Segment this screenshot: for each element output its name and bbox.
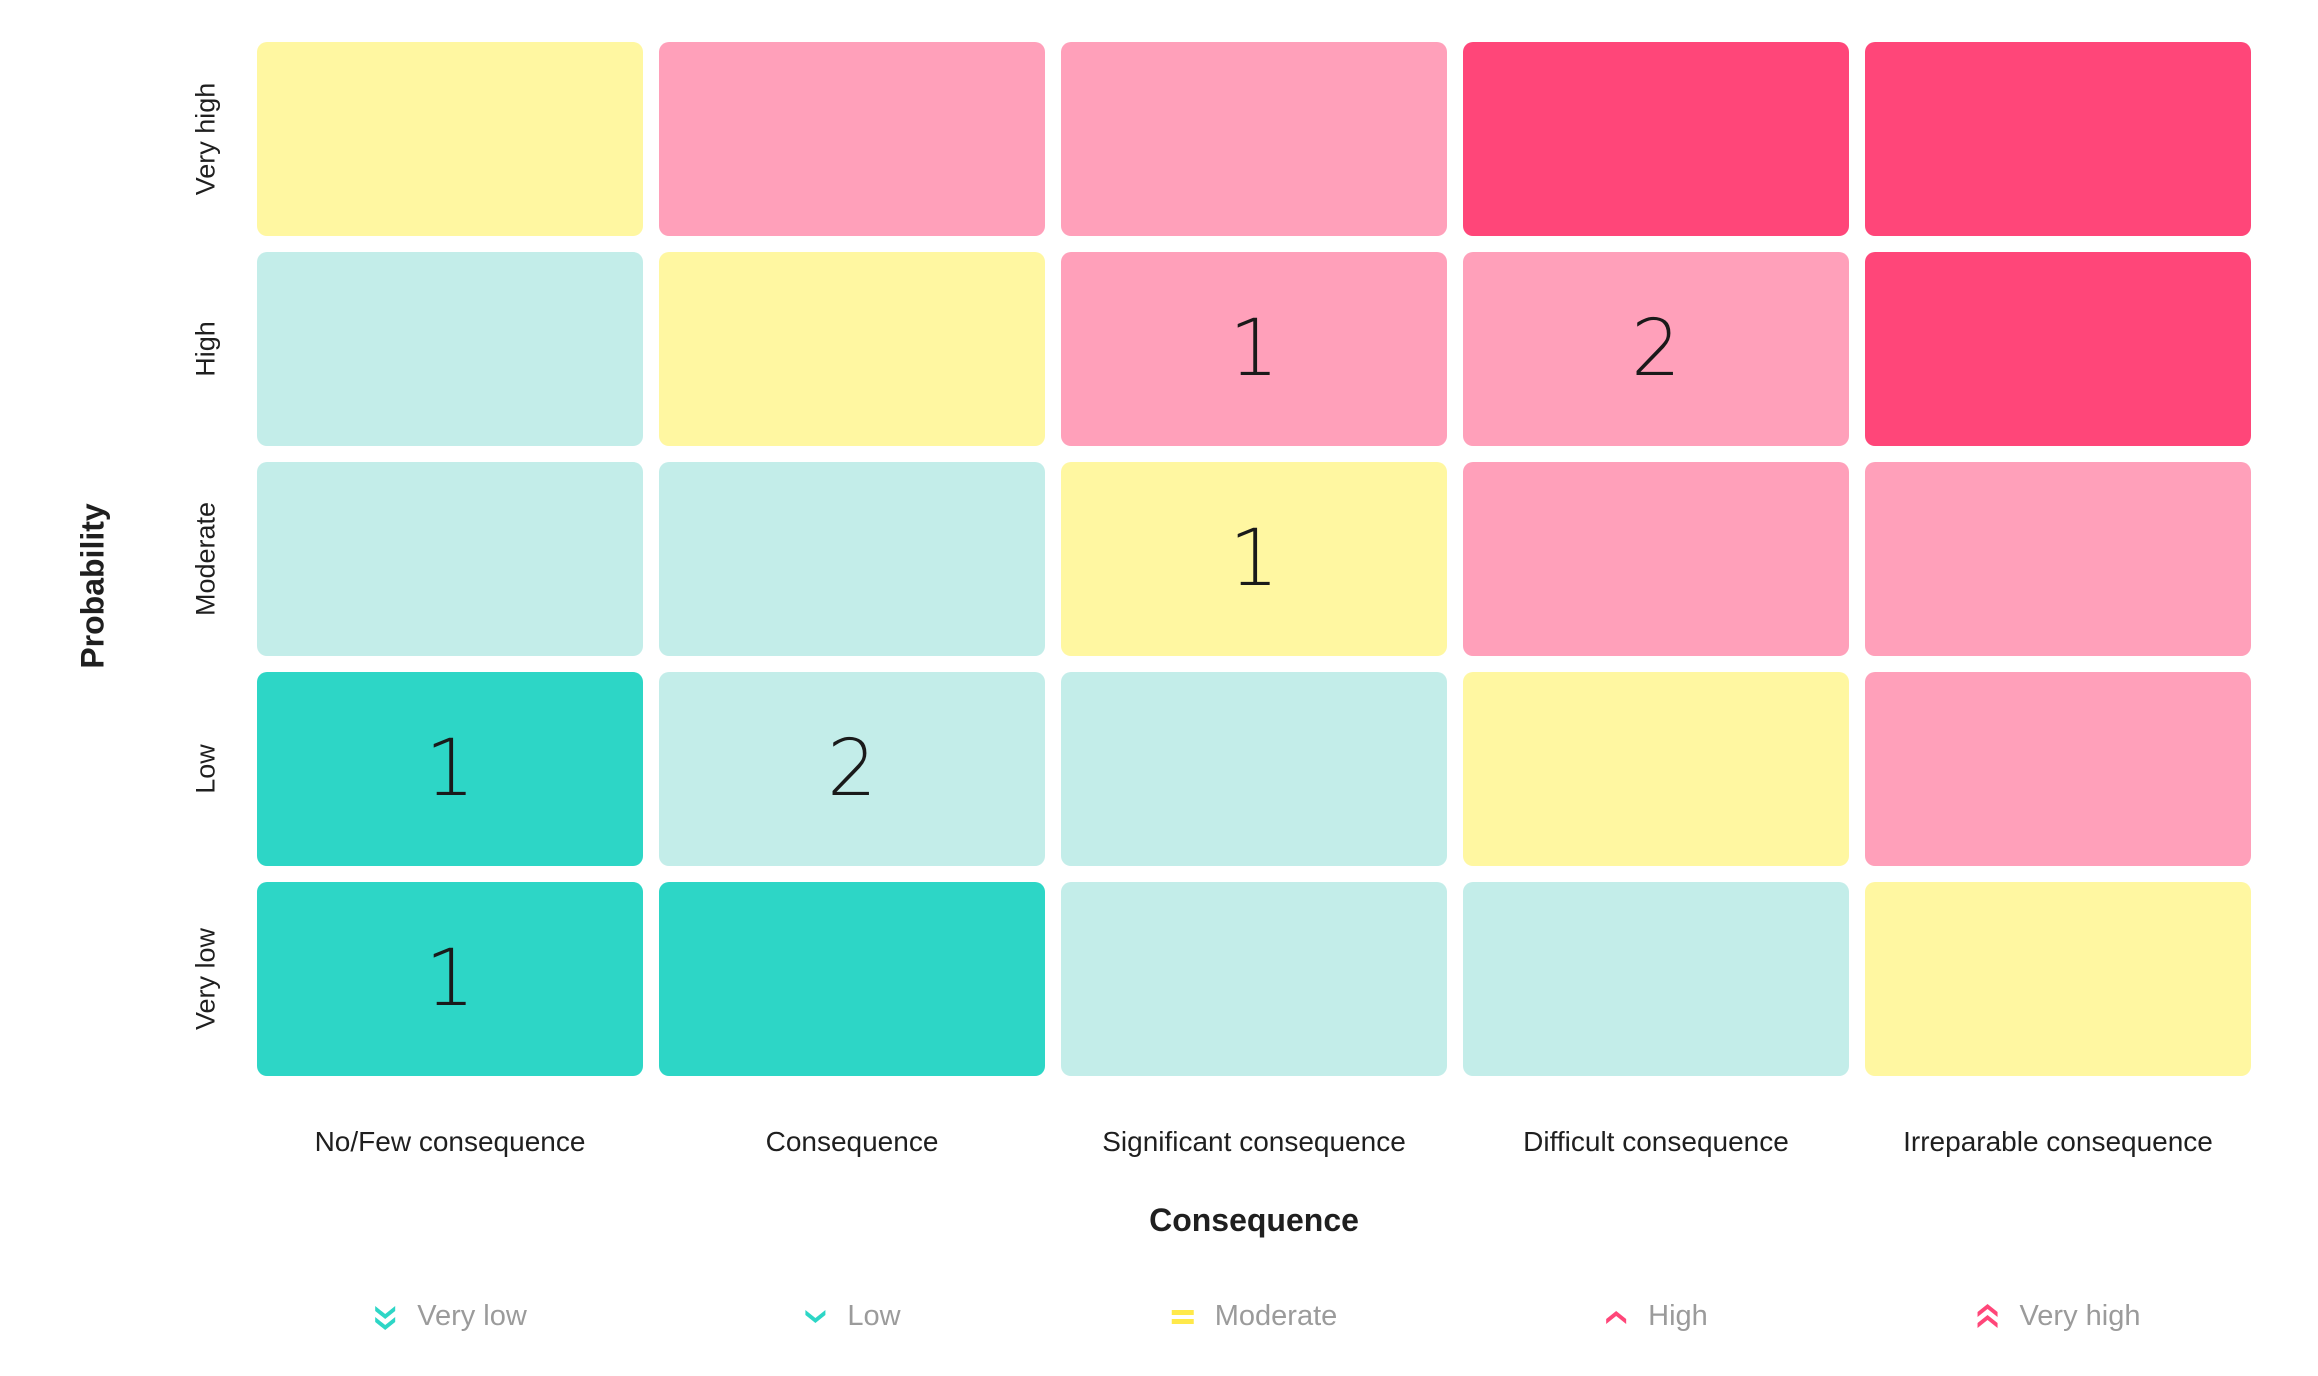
- legend-label: Low: [847, 1300, 901, 1332]
- legend-label: Very high: [2019, 1300, 2141, 1332]
- matrix-cell-very-high-no-few-consequence[interactable]: [257, 42, 643, 236]
- matrix-cell-very-low-difficult-consequence[interactable]: [1463, 882, 1849, 1076]
- x-tick-label: Irreparable consequence: [1903, 1126, 2213, 1157]
- matrix-cell-very-low-consequence[interactable]: [659, 882, 1045, 1076]
- cell-count: 1: [1229, 304, 1279, 394]
- matrix-cell-moderate-no-few-consequence[interactable]: [257, 462, 643, 656]
- matrix-cell-low-significant-consequence[interactable]: [1061, 672, 1447, 866]
- chevron-up-icon: [1604, 1302, 1628, 1332]
- matrix-cell-high-difficult-consequence[interactable]: 2: [1463, 252, 1849, 446]
- cell-count: 2: [1631, 304, 1681, 394]
- double-chevron-up-icon: [1976, 1302, 2000, 1332]
- matrix-cell-low-difficult-consequence[interactable]: [1463, 672, 1849, 866]
- double-chevron-down-icon: [373, 1302, 397, 1332]
- matrix-cell-moderate-irreparable-consequence[interactable]: [1865, 462, 2251, 656]
- x-axis-title: Consequence: [1149, 1202, 1359, 1238]
- matrix-cell-low-consequence[interactable]: 2: [659, 672, 1045, 866]
- matrix-cell-low-irreparable-consequence[interactable]: [1865, 672, 2251, 866]
- matrix-cell-high-no-few-consequence[interactable]: [257, 252, 643, 446]
- x-tick-label: Difficult consequence: [1523, 1126, 1789, 1157]
- matrix-cell-moderate-significant-consequence[interactable]: 1: [1061, 462, 1447, 656]
- legend-item-low[interactable]: Low: [803, 1300, 901, 1333]
- y-tick-label: Low: [190, 744, 221, 794]
- legend-label: High: [1648, 1300, 1708, 1332]
- matrix-cell-very-high-difficult-consequence[interactable]: [1463, 42, 1849, 236]
- legend-item-moderate[interactable]: Moderate: [1171, 1300, 1338, 1333]
- equals-icon: [1171, 1302, 1195, 1332]
- legend-label: Very low: [417, 1300, 527, 1332]
- cell-count: 1: [425, 934, 475, 1024]
- matrix-cell-very-high-irreparable-consequence[interactable]: [1865, 42, 2251, 236]
- matrix-cell-high-significant-consequence[interactable]: 1: [1061, 252, 1447, 446]
- cell-count: 1: [425, 724, 475, 814]
- y-tick-label: High: [190, 321, 221, 377]
- matrix-cell-high-consequence[interactable]: [659, 252, 1045, 446]
- legend-label: Moderate: [1214, 1300, 1338, 1332]
- matrix-cell-very-high-significant-consequence[interactable]: [1061, 42, 1447, 236]
- matrix-cell-very-low-irreparable-consequence[interactable]: [1865, 882, 2251, 1076]
- matrix-cell-moderate-difficult-consequence[interactable]: [1463, 462, 1849, 656]
- matrix-cell-very-low-significant-consequence[interactable]: [1061, 882, 1447, 1076]
- matrix-cell-high-irreparable-consequence[interactable]: [1865, 252, 2251, 446]
- legend-item-high[interactable]: High: [1604, 1300, 1708, 1333]
- cell-count: 1: [1229, 514, 1279, 604]
- x-tick-label: No/Few consequence: [314, 1126, 586, 1157]
- risk-matrix: Probability Consequence 1 2 1 1 2 1 Very high…: [0, 0, 2318, 1376]
- matrix-cell-very-low-no-few-consequence[interactable]: 1: [257, 882, 643, 1076]
- legend-item-very-high[interactable]: Very high: [1976, 1300, 2141, 1333]
- matrix-cell-very-high-consequence[interactable]: [659, 42, 1045, 236]
- cell-count: 2: [827, 724, 877, 814]
- y-tick-label: Very low: [190, 927, 221, 1031]
- legend-item-very-low[interactable]: Very low: [373, 1300, 527, 1333]
- y-tick-label: Moderate: [190, 501, 221, 617]
- matrix-cell-low-no-few-consequence[interactable]: 1: [257, 672, 643, 866]
- x-tick-label: Significant consequence: [1102, 1126, 1406, 1157]
- y-axis-title: Probability: [74, 503, 111, 669]
- x-tick-label: Consequence: [765, 1126, 939, 1157]
- chevron-down-icon: [803, 1302, 827, 1332]
- y-tick-label: Very high: [190, 82, 221, 196]
- matrix-cell-moderate-consequence[interactable]: [659, 462, 1045, 656]
